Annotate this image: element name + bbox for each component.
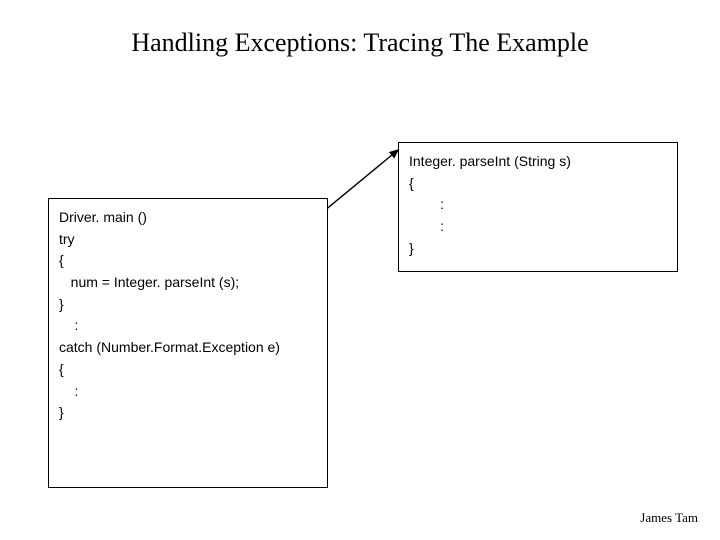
author-footer: James Tam <box>640 510 698 526</box>
callee-code: Integer. parseInt (String s) { : : } <box>399 143 677 267</box>
caller-code: Driver. main () try { num = Integer. par… <box>49 199 327 432</box>
slide-title: Handling Exceptions: Tracing The Example <box>0 28 720 58</box>
callee-box: Integer. parseInt (String s) { : : } <box>398 142 678 272</box>
caller-box: Driver. main () try { num = Integer. par… <box>48 198 328 488</box>
